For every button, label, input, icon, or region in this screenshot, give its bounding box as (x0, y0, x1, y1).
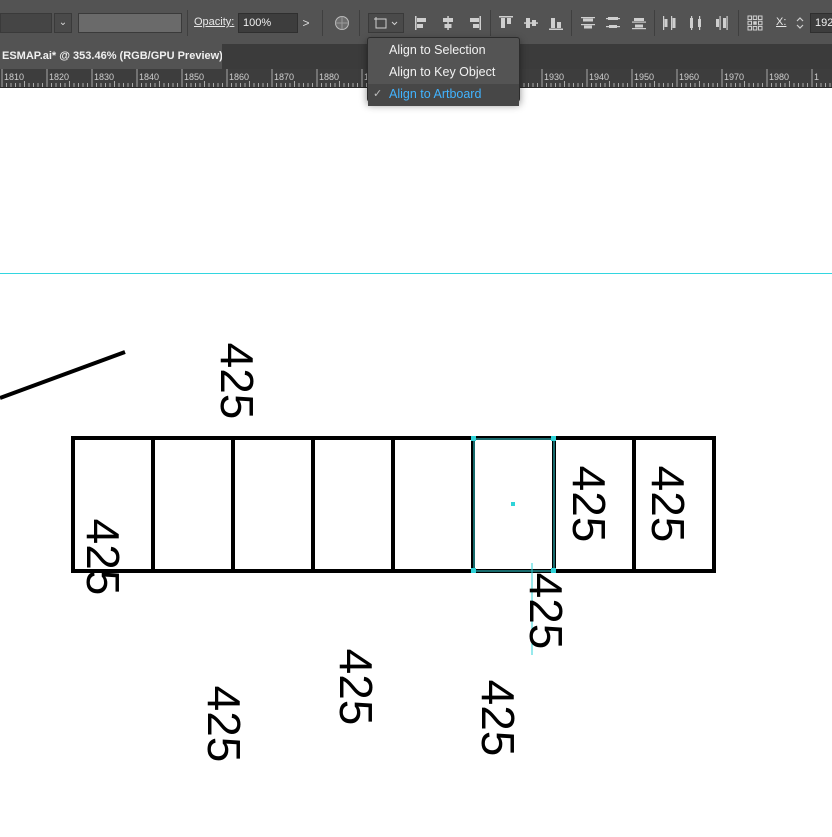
align-to-button[interactable] (368, 13, 404, 33)
ruler-label: 1 (814, 72, 820, 82)
vertical-align-center-icon[interactable] (523, 15, 539, 31)
separator (490, 10, 491, 36)
menu-item-align-to-artboard[interactable]: ✓ Align to Artboard (368, 84, 519, 106)
vertical-align-top-icon[interactable] (498, 15, 514, 31)
dimension-label[interactable]: 425 (198, 686, 250, 763)
ruler-label: 1950 (634, 72, 655, 82)
separator (571, 10, 572, 36)
menu-item-label: Align to Artboard (389, 87, 482, 101)
vertical-distribute-bottom-icon[interactable] (631, 15, 647, 31)
horizontal-align-left-icon[interactable] (414, 15, 430, 31)
x-stepper-icon[interactable] (794, 15, 806, 31)
ruler-label: 1810 (4, 72, 25, 82)
align-to-menu: Align to Selection Align to Key Object ✓… (367, 37, 520, 106)
document-tab[interactable]: ESMAP.ai* @ 353.46% (RGB/GPU Preview) (0, 44, 222, 69)
ruler-label: 1930 (544, 72, 565, 82)
ruler-label: 1860 (229, 72, 250, 82)
horizontal-distribute-right-icon[interactable] (713, 15, 729, 31)
separator (187, 10, 188, 36)
separator (654, 10, 655, 36)
x-label[interactable]: X: (776, 16, 786, 28)
ruler-label: 1880 (319, 72, 340, 82)
horizontal-distribute-center-icon[interactable] (688, 15, 704, 31)
horizontal-distribute-left-icon[interactable] (662, 15, 678, 31)
opacity-label[interactable]: Opacity: (194, 16, 234, 28)
recolor-artwork-icon[interactable] (334, 15, 350, 31)
dimension-label[interactable]: 425 (211, 343, 263, 420)
artwork: 425 425 425 425 425 425 425 425 (0, 273, 832, 763)
artboard-canvas[interactable]: 425 425 425 425 425 425 425 425 (0, 88, 832, 837)
horizontal-align-center-icon[interactable] (440, 15, 456, 31)
x-input[interactable]: 192 (810, 13, 832, 33)
stroke-weight-field[interactable] (0, 13, 52, 33)
ruler-label: 1830 (94, 72, 115, 82)
separator (359, 10, 360, 36)
menu-item-align-to-selection[interactable]: Align to Selection (368, 40, 519, 62)
ruler-label: 1960 (679, 72, 700, 82)
dimension-label[interactable]: 425 (330, 649, 382, 726)
ruler-label: 1870 (274, 72, 295, 82)
vertical-align-bottom-icon[interactable] (548, 15, 564, 31)
dimension-label[interactable]: 425 (472, 680, 524, 757)
checkmark-icon: ✓ (373, 88, 383, 100)
align-to-artboard-icon (374, 17, 398, 29)
dimension-label[interactable]: 425 (563, 466, 615, 543)
opacity-input[interactable]: 100% (238, 13, 298, 33)
menu-item-label: Align to Selection (389, 43, 486, 57)
dimension-label[interactable]: 425 (77, 519, 129, 596)
menu-item-label: Align to Key Object (389, 65, 496, 79)
ruler-label: 1980 (769, 72, 790, 82)
ruler-label: 1820 (49, 72, 70, 82)
separator (322, 10, 323, 36)
diagonal-line[interactable] (0, 350, 126, 400)
ruler-label: 1850 (184, 72, 205, 82)
vertical-distribute-center-icon[interactable] (605, 15, 621, 31)
opacity-arrow-button[interactable]: > (298, 13, 314, 33)
menu-item-align-to-key-object[interactable]: Align to Key Object (368, 62, 519, 84)
stroke-profile-field[interactable] (78, 13, 182, 33)
ruler-label: 1970 (724, 72, 745, 82)
dimension-label[interactable]: 425 (520, 573, 572, 650)
ruler-label: 1940 (589, 72, 610, 82)
stroke-weight-dropdown[interactable]: ⌄ (54, 13, 72, 33)
vertical-distribute-top-icon[interactable] (580, 15, 596, 31)
separator (738, 10, 739, 36)
ruler-label: 1840 (139, 72, 160, 82)
transform-reference-point-icon[interactable] (747, 15, 763, 31)
dimension-label[interactable]: 425 (642, 466, 694, 543)
horizontal-align-right-icon[interactable] (466, 15, 482, 31)
